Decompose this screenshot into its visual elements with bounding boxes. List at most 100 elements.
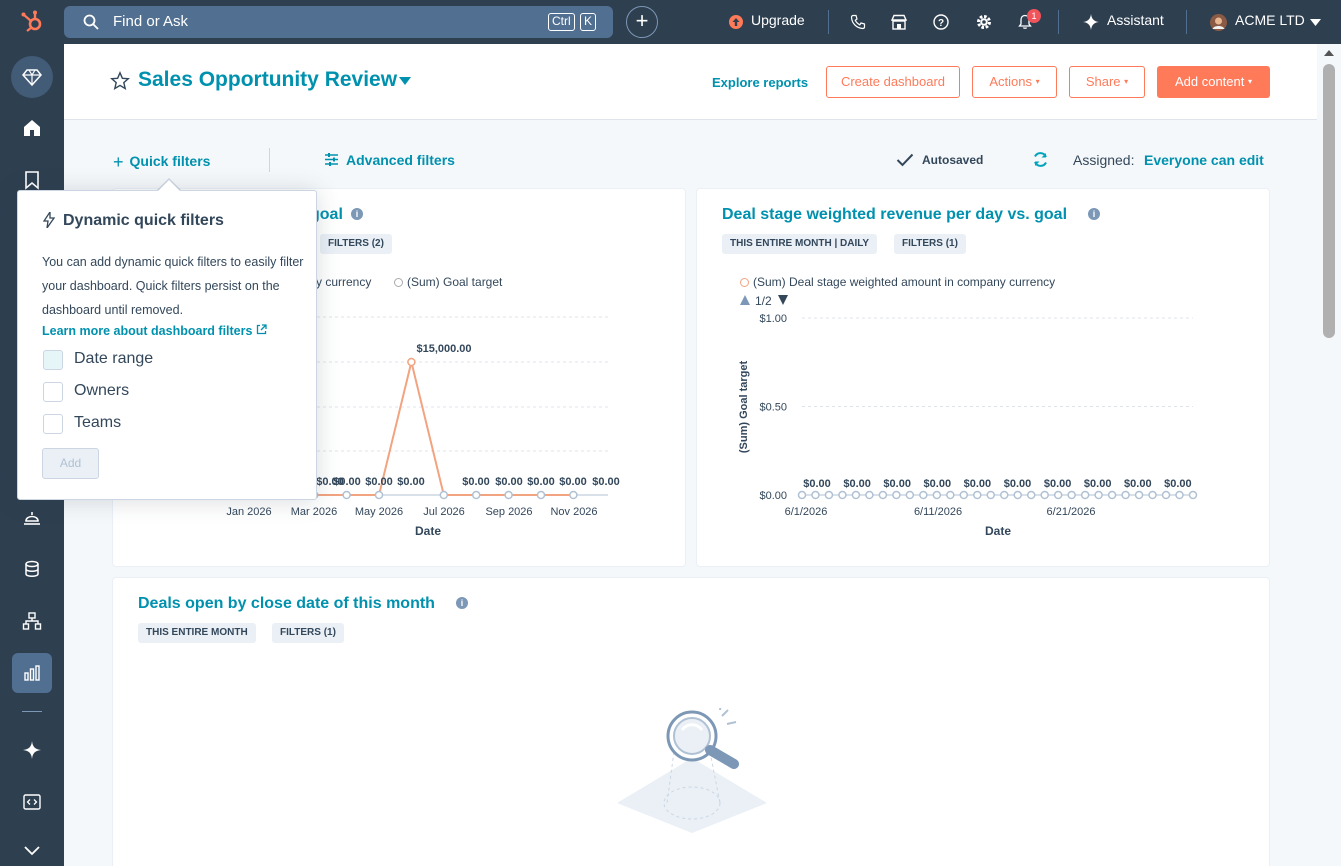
search-bar[interactable]: Find or Ask Ctrl K [64, 6, 613, 38]
caret-down-icon: ▾ [1124, 77, 1129, 86]
add-quick-filter-button[interactable]: Add [42, 448, 99, 479]
marketplace-icon[interactable] [891, 14, 907, 30]
period-tag[interactable]: THIS ENTIRE MONTH [138, 623, 256, 643]
quick-filters-button[interactable]: + Quick filters [113, 152, 210, 173]
phone-icon[interactable] [850, 14, 866, 30]
chevron-down-icon[interactable] [1310, 19, 1321, 26]
autosaved-status: Autosaved [922, 153, 984, 167]
dashboard-switcher-caret-icon[interactable] [399, 77, 411, 85]
data-point [986, 490, 996, 500]
share-dropdown-button[interactable]: Share ▾ [1069, 66, 1145, 98]
report-title[interactable]: Deals open by close date of this month [138, 595, 435, 613]
favorite-star-icon[interactable] [110, 71, 130, 91]
legend-marker [394, 278, 403, 287]
assistant-button[interactable]: Assistant [1107, 12, 1164, 28]
data-label: $0.00 [1084, 478, 1112, 490]
data-point [1067, 490, 1076, 500]
date-range-option-label[interactable]: Date range [74, 350, 153, 368]
create-new-button[interactable]: + [626, 6, 658, 38]
report-title[interactable]: Deal stage weighted revenue per day vs. … [722, 206, 1067, 224]
diamond-icon [22, 69, 42, 87]
popover-pointer-fill [158, 180, 180, 191]
top-navigation: Find or Ask Ctrl K + Upgrade ? 1 Assista… [0, 0, 1341, 44]
period-tag[interactable]: THIS ENTIRE MONTH | DAILY [722, 234, 878, 254]
data-label: $0.00 [397, 476, 425, 488]
legend-label: (Sum) Goal target [407, 275, 503, 289]
teams-checkbox[interactable] [43, 414, 63, 434]
owners-checkbox[interactable] [43, 382, 63, 402]
data-point [1107, 490, 1117, 500]
data-point [851, 490, 861, 500]
database-icon[interactable] [22, 559, 42, 579]
data-point [1148, 490, 1157, 500]
dashboard-title[interactable]: Sales Opportunity Review [138, 68, 397, 92]
sidebar-divider [22, 711, 42, 712]
data-point [946, 490, 955, 500]
assistant-sparkle-icon [1083, 14, 1099, 30]
data-point [878, 490, 888, 500]
legend-item[interactable]: y currency [316, 275, 371, 289]
breeze-sparkle-icon[interactable] [22, 740, 42, 760]
checkmark-icon [896, 153, 914, 167]
advanced-filters-button[interactable]: Advanced filters [346, 152, 455, 168]
data-label: $0.00 [1004, 478, 1032, 490]
y-tick-label: $0.50 [759, 402, 787, 414]
data-label: $0.00 [1044, 478, 1072, 490]
data-point [1188, 490, 1198, 500]
legend-item-goal-target[interactable]: (Sum) Goal target [394, 275, 502, 289]
x-tick-label: Sep 2026 [485, 506, 532, 518]
date-range-checkbox[interactable] [43, 350, 63, 370]
x-tick-label: 6/21/2026 [1047, 506, 1096, 518]
data-point [797, 490, 807, 500]
account-name[interactable]: ACME LTD [1235, 12, 1305, 28]
assigned-permissions-link[interactable]: Everyone can edit [1144, 152, 1264, 168]
filters-tag[interactable]: FILTERS (2) [320, 234, 392, 254]
service-icon[interactable] [22, 507, 42, 527]
expand-chevron-icon[interactable] [22, 840, 42, 860]
legend-marker [740, 278, 749, 287]
developer-code-icon[interactable] [22, 792, 42, 812]
popover-description: You can add dynamic quick filters to eas… [42, 255, 304, 317]
learn-more-dashboard-filters-link[interactable]: Learn more about dashboard filters [42, 324, 267, 338]
x-tick-label: Mar 2026 [291, 506, 337, 518]
filters-tag[interactable]: FILTERS (1) [272, 623, 344, 643]
legend-item-weighted-amount[interactable]: (Sum) Deal stage weighted amount in comp… [740, 275, 1055, 289]
info-icon[interactable]: i [1088, 208, 1100, 220]
data-label: $0.00 [803, 478, 831, 490]
scroll-up-arrow-icon[interactable] [1324, 50, 1334, 56]
scrollbar-thumb[interactable] [1323, 64, 1335, 338]
caret-down-icon: ▾ [1035, 77, 1040, 86]
teams-option-label[interactable]: Teams [74, 414, 121, 432]
hubspot-logo-icon[interactable] [20, 10, 44, 34]
data-point [999, 490, 1009, 500]
actions-dropdown-button[interactable]: Actions ▾ [972, 66, 1057, 98]
info-icon[interactable]: i [351, 208, 363, 220]
filters-tag[interactable]: FILTERS (1) [894, 234, 966, 254]
hierarchy-icon[interactable] [22, 611, 42, 631]
create-dashboard-button[interactable]: Create dashboard [826, 66, 960, 98]
data-label: $0.00 [1124, 478, 1152, 490]
refresh-icon[interactable] [1032, 151, 1049, 168]
data-label: $15,000.00 [416, 343, 471, 355]
settings-gear-icon[interactable] [975, 13, 993, 31]
data-point [439, 490, 449, 500]
data-label: $0.00 [843, 478, 871, 490]
nav-divider [828, 10, 829, 34]
home-icon[interactable] [22, 118, 42, 138]
account-avatar[interactable] [1210, 14, 1227, 31]
upgrade-link[interactable]: Upgrade [751, 12, 805, 28]
data-point [905, 490, 915, 500]
y-tick-label: $0.00 [759, 490, 787, 502]
advanced-filters-sliders-icon [325, 153, 338, 166]
data-point [504, 490, 513, 500]
info-icon[interactable]: i [456, 597, 468, 609]
data-label: $0.00 [365, 476, 393, 488]
owners-option-label[interactable]: Owners [74, 382, 129, 400]
add-content-button[interactable]: Add content ▾ [1157, 66, 1270, 98]
explore-reports-link[interactable]: Explore reports [712, 75, 808, 90]
data-point [932, 490, 942, 500]
data-label: $0.00 [495, 476, 523, 488]
bookmark-icon[interactable] [22, 170, 42, 190]
help-icon[interactable]: ? [933, 14, 949, 30]
data-point [959, 490, 969, 500]
